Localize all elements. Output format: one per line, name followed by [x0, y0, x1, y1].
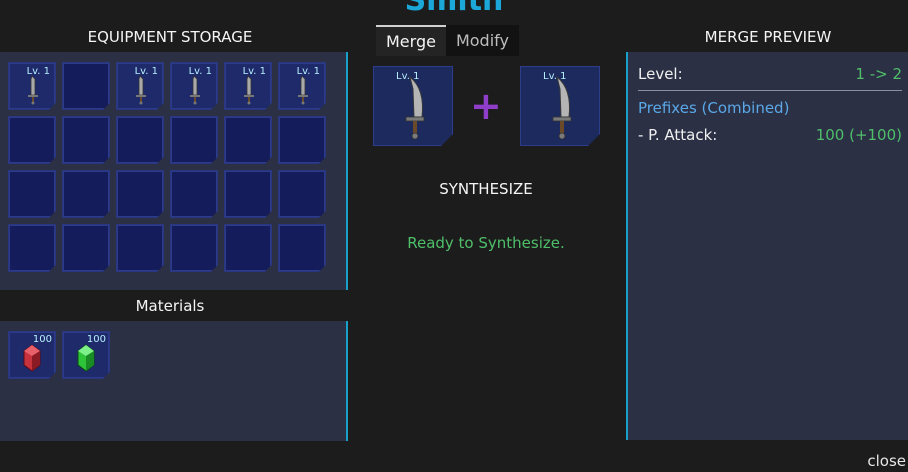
- window-title: Smith: [404, 0, 504, 18]
- equipment-slot-empty[interactable]: [170, 170, 218, 218]
- merge-preview-title: MERGE PREVIEW: [704, 28, 832, 46]
- equipment-grid: Lv. 1 Lv. 1 Lv. 1 Lv. 1 Lv. 1: [8, 62, 326, 272]
- stat-row: - P. Attack: 100 (+100): [638, 126, 902, 144]
- level-row: Level: 1 -> 2: [638, 65, 902, 83]
- plus-icon: +: [470, 84, 502, 128]
- level-value: 1 -> 2: [855, 65, 902, 83]
- equipment-storage-title: EQUIPMENT STORAGE: [87, 28, 253, 46]
- equipment-slot-empty[interactable]: [62, 224, 110, 272]
- equipment-slot-empty[interactable]: [62, 170, 110, 218]
- sword-icon: [190, 75, 200, 105]
- stat-label: - P. Attack:: [638, 126, 718, 144]
- synthesize-button[interactable]: SYNTHESIZE: [376, 180, 596, 198]
- merge-slot-left[interactable]: Lv. 1: [373, 66, 453, 146]
- divider: [638, 90, 902, 91]
- equipment-slot-empty[interactable]: [62, 116, 110, 164]
- equipment-slot-empty[interactable]: [116, 116, 164, 164]
- equipment-slot-empty[interactable]: [224, 170, 272, 218]
- stat-value: 100 (+100): [815, 126, 902, 144]
- close-button[interactable]: close: [865, 450, 908, 472]
- equipment-slot-sword[interactable]: Lv. 1: [170, 62, 218, 110]
- equipment-slot-empty[interactable]: [116, 170, 164, 218]
- equipment-slot-empty[interactable]: [170, 224, 218, 272]
- equipment-slot-empty[interactable]: [278, 116, 326, 164]
- materials-grid: 100 100: [8, 331, 326, 379]
- equipment-slot-sword[interactable]: Lv. 1: [224, 62, 272, 110]
- equipment-slot-empty[interactable]: [278, 170, 326, 218]
- equipment-slot-sword[interactable]: Lv. 1: [8, 62, 56, 110]
- equipment-slot-empty[interactable]: [224, 224, 272, 272]
- equipment-slot-empty[interactable]: [224, 116, 272, 164]
- equipment-slot-empty[interactable]: [170, 116, 218, 164]
- equipment-slot-sword[interactable]: Lv. 1: [116, 62, 164, 110]
- material-slot-green-gem[interactable]: 100: [62, 331, 110, 379]
- status-text: Ready to Synthesize.: [407, 234, 565, 252]
- sword-icon: [552, 75, 572, 140]
- prefix-header: Prefixes (Combined): [638, 99, 902, 117]
- tab-modify[interactable]: Modify: [445, 25, 519, 56]
- equipment-slot-empty[interactable]: [116, 224, 164, 272]
- materials-title: Materials: [135, 297, 205, 315]
- equipment-slot-sword[interactable]: Lv. 1: [278, 62, 326, 110]
- red-gem-icon: [23, 344, 41, 372]
- level-label: Level:: [638, 65, 683, 83]
- sword-icon: [405, 75, 425, 140]
- equipment-slot-empty[interactable]: [62, 62, 110, 110]
- tab-merge[interactable]: Merge: [376, 25, 446, 56]
- sword-icon: [28, 75, 38, 105]
- equipment-slot-empty[interactable]: [8, 224, 56, 272]
- merge-preview-panel: Level: 1 -> 2 Prefixes (Combined) - P. A…: [626, 52, 908, 440]
- sword-icon: [298, 75, 308, 105]
- equipment-slot-empty[interactable]: [8, 116, 56, 164]
- sword-icon: [244, 75, 254, 105]
- equipment-slot-empty[interactable]: [278, 224, 326, 272]
- mode-tabs: Merge Modify: [376, 25, 519, 56]
- merge-slot-right[interactable]: Lv. 1: [520, 66, 600, 146]
- sword-icon: [136, 75, 146, 105]
- material-slot-red-gem[interactable]: 100: [8, 331, 56, 379]
- prefix-header-label: Prefixes (Combined): [638, 99, 790, 117]
- green-gem-icon: [77, 344, 95, 372]
- equipment-slot-empty[interactable]: [8, 170, 56, 218]
